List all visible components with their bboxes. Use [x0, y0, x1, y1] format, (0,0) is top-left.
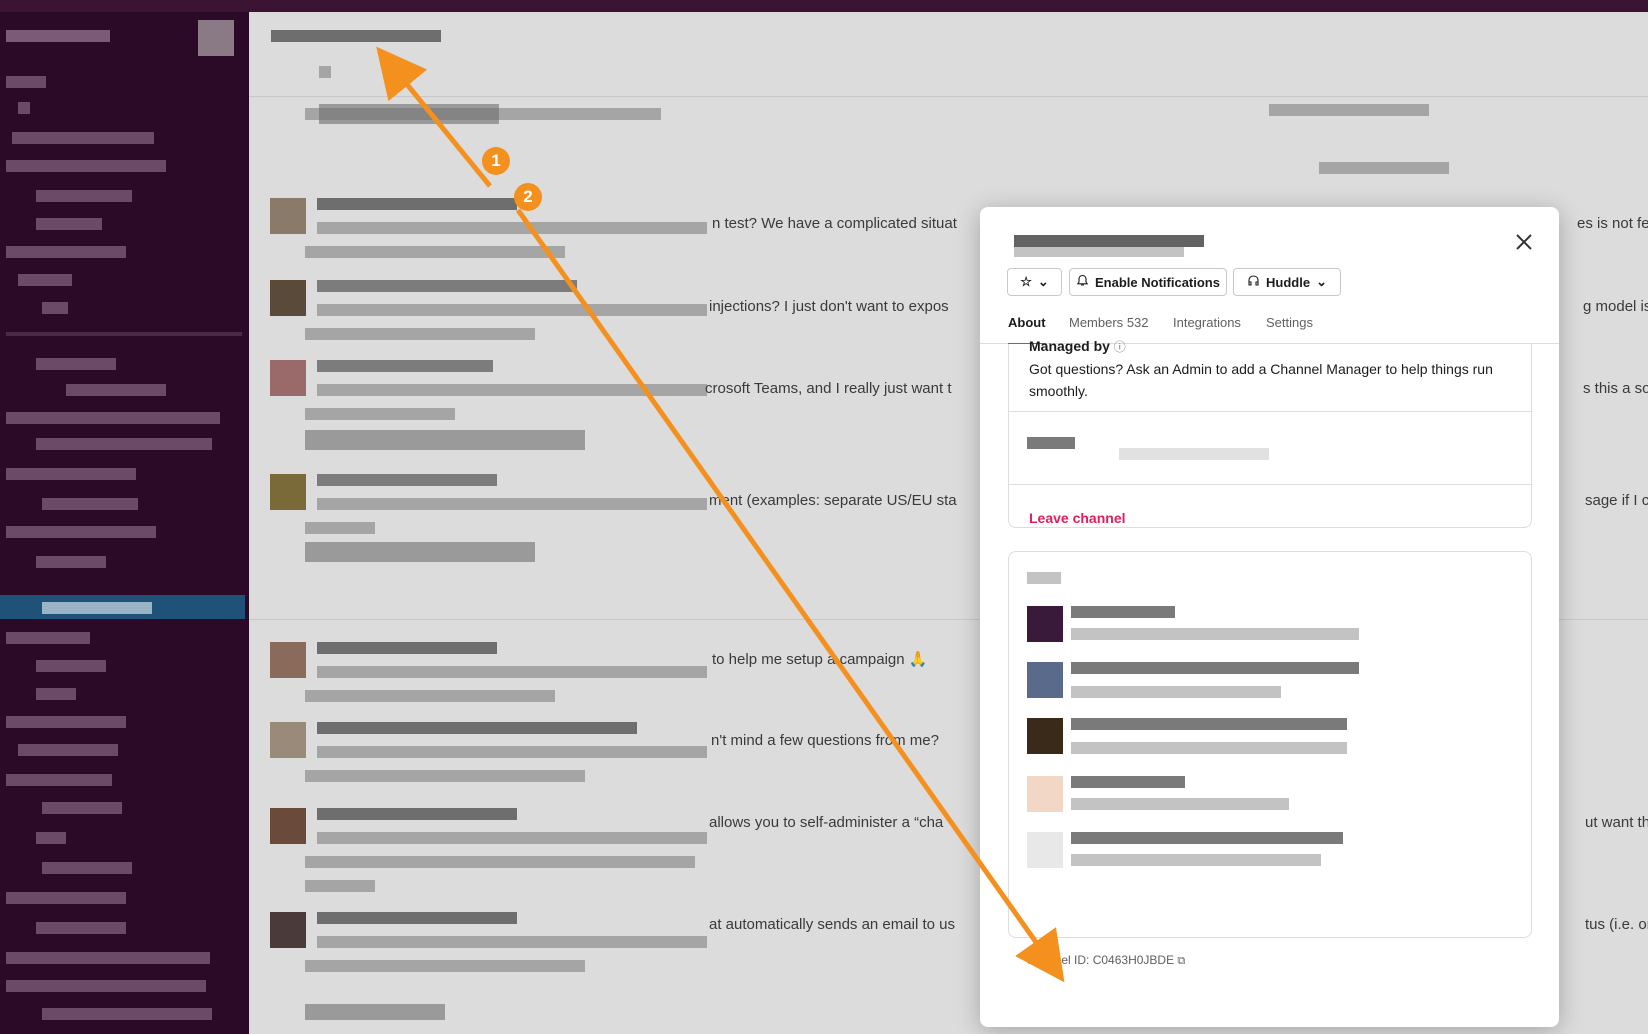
- headphones-icon: [1247, 274, 1260, 290]
- card-divider: [1009, 484, 1531, 485]
- message-text: sage if I can D: [1585, 492, 1648, 509]
- avatar[interactable]: [270, 722, 306, 758]
- message-text: to help me setup a campaign 🙏: [712, 651, 928, 668]
- avatar[interactable]: [270, 474, 306, 510]
- close-icon[interactable]: [1515, 231, 1533, 257]
- sidebar: [0, 12, 249, 1034]
- member-name: [1071, 606, 1175, 618]
- message-text: n test? We have a complicated situat: [712, 215, 957, 232]
- tab-settings[interactable]: Settings: [1266, 311, 1313, 343]
- avatar[interactable]: [1027, 776, 1063, 812]
- avatar[interactable]: [270, 912, 306, 948]
- message-text: at automatically sends an email to us: [709, 916, 955, 933]
- message-text: n't mind a few questions from me?: [711, 732, 939, 749]
- leave-channel-link[interactable]: Leave channel: [1029, 510, 1126, 526]
- avatar[interactable]: [270, 808, 306, 844]
- avatar[interactable]: [270, 280, 306, 316]
- managed-by-text: Got questions? Ask an Admin to add a Cha…: [1029, 361, 1493, 399]
- message-text: s this a solved: [1583, 380, 1648, 397]
- huddle-button[interactable]: Huddle ⌄: [1233, 268, 1341, 296]
- chevron-down-icon: ⌄: [1316, 274, 1327, 289]
- channel-details-modal: ☆ ⌄ Enable Notifications Huddle ⌄ About …: [980, 207, 1559, 1027]
- member-name: [1071, 776, 1185, 788]
- managed-by-title: Managed by ⓘ: [1029, 338, 1126, 354]
- message-text: ment (examples: separate US/EU sta: [709, 492, 957, 509]
- member-name: [1071, 832, 1343, 844]
- member-name: [1071, 718, 1347, 730]
- section-heading: [1027, 572, 1061, 584]
- avatar[interactable]: [270, 198, 306, 234]
- star-channel-button[interactable]: ☆ ⌄: [1007, 268, 1062, 296]
- message-text: tus (i.e. only s: [1585, 916, 1648, 933]
- avatar[interactable]: [270, 642, 306, 678]
- message-text: ut want the le: [1585, 814, 1648, 831]
- message-text: g model is.: [1583, 298, 1648, 315]
- step-badge-1: 1: [482, 147, 510, 175]
- tab-integrations[interactable]: Integrations: [1173, 311, 1241, 343]
- bell-icon: [1076, 274, 1089, 290]
- redacted-field: [1027, 437, 1075, 449]
- enable-notifications-button[interactable]: Enable Notifications: [1069, 268, 1227, 296]
- avatar[interactable]: [1027, 832, 1063, 868]
- avatar[interactable]: [1027, 606, 1063, 642]
- members-preview-card: [1008, 551, 1532, 938]
- channel-id: Channel ID: C0463H0JBDE ⧉: [1026, 953, 1186, 967]
- avatar[interactable]: [1027, 718, 1063, 754]
- avatar[interactable]: [1027, 662, 1063, 698]
- chevron-down-icon: ⌄: [1037, 274, 1049, 289]
- message-text: crosoft Teams, and I really just want t: [705, 380, 952, 397]
- message-text: injections? I just don't want to expos: [709, 298, 949, 315]
- step-badge-2: 2: [514, 183, 542, 211]
- modal-channel-name: [1014, 235, 1204, 247]
- member-name: [1071, 662, 1359, 674]
- about-card: Managed by ⓘ Got questions? Ask an Admin…: [1008, 338, 1532, 528]
- enable-notifications-label: Enable Notifications: [1095, 274, 1220, 290]
- channel-title[interactable]: [271, 30, 441, 42]
- window-top-bar: [0, 0, 1648, 12]
- huddle-label: Huddle: [1266, 274, 1311, 290]
- card-divider: [1009, 411, 1531, 412]
- message-text: allows you to self-administer a “cha: [709, 814, 944, 831]
- workspace-icon[interactable]: [198, 20, 234, 56]
- avatar[interactable]: [270, 360, 306, 396]
- channel-topic: [319, 66, 331, 78]
- info-icon[interactable]: ⓘ: [1114, 340, 1126, 354]
- members-count: 532: [1126, 315, 1149, 330]
- pinned-item: [1269, 104, 1429, 116]
- copy-icon[interactable]: ⧉: [1177, 955, 1185, 967]
- star-icon: ☆: [1020, 274, 1032, 289]
- message-text: es is not feas: [1577, 215, 1648, 232]
